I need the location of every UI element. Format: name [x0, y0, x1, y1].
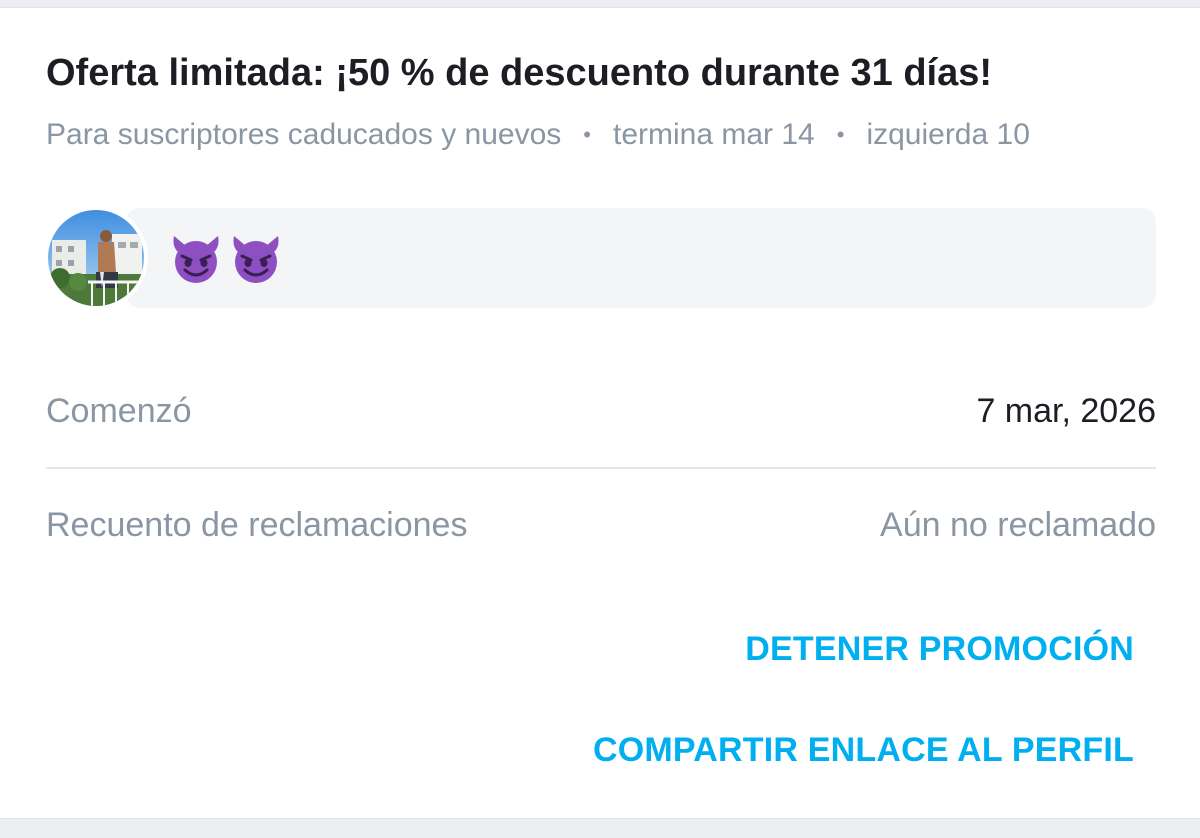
started-label: Comenzó — [46, 391, 192, 430]
message-bubble — [126, 208, 1156, 308]
row-divider — [46, 467, 1156, 469]
promo-meta: Para suscriptores caducados y nuevos • t… — [46, 118, 1030, 152]
promo-audience: Para suscriptores caducados y nuevos — [46, 118, 562, 151]
claims-value: Aún no reclamado — [880, 505, 1156, 544]
promo-end-date: termina mar 14 — [612, 118, 815, 151]
top-divider — [0, 0, 1200, 8]
claims-row: Recuento de reclamaciones Aún no reclama… — [46, 500, 1156, 550]
avatar[interactable] — [44, 206, 148, 310]
promo-message — [44, 206, 1156, 310]
bottom-divider — [0, 818, 1200, 838]
started-row: Comenzó 7 mar, 2026 — [46, 386, 1156, 436]
devil-emoji-icon — [173, 236, 219, 283]
profile-photo-icon — [48, 210, 144, 306]
message-text — [168, 230, 284, 286]
devil-emoji-icon — [233, 236, 279, 283]
started-value: 7 mar, 2026 — [976, 391, 1156, 430]
share-profile-link-button[interactable]: COMPARTIR ENLACE AL PERFIL — [593, 731, 1134, 770]
stop-promotion-button[interactable]: DETENER PROMOCIÓN — [745, 630, 1134, 669]
promo-remaining: izquierda 10 — [866, 118, 1030, 151]
claims-label: Recuento de reclamaciones — [46, 505, 468, 544]
dot-separator-icon: • — [583, 122, 591, 147]
promo-title: Oferta limitada: ¡50 % de descuento dura… — [46, 52, 993, 94]
dot-separator-icon: • — [836, 122, 845, 147]
promotion-card: Oferta limitada: ¡50 % de descuento dura… — [0, 0, 1200, 838]
